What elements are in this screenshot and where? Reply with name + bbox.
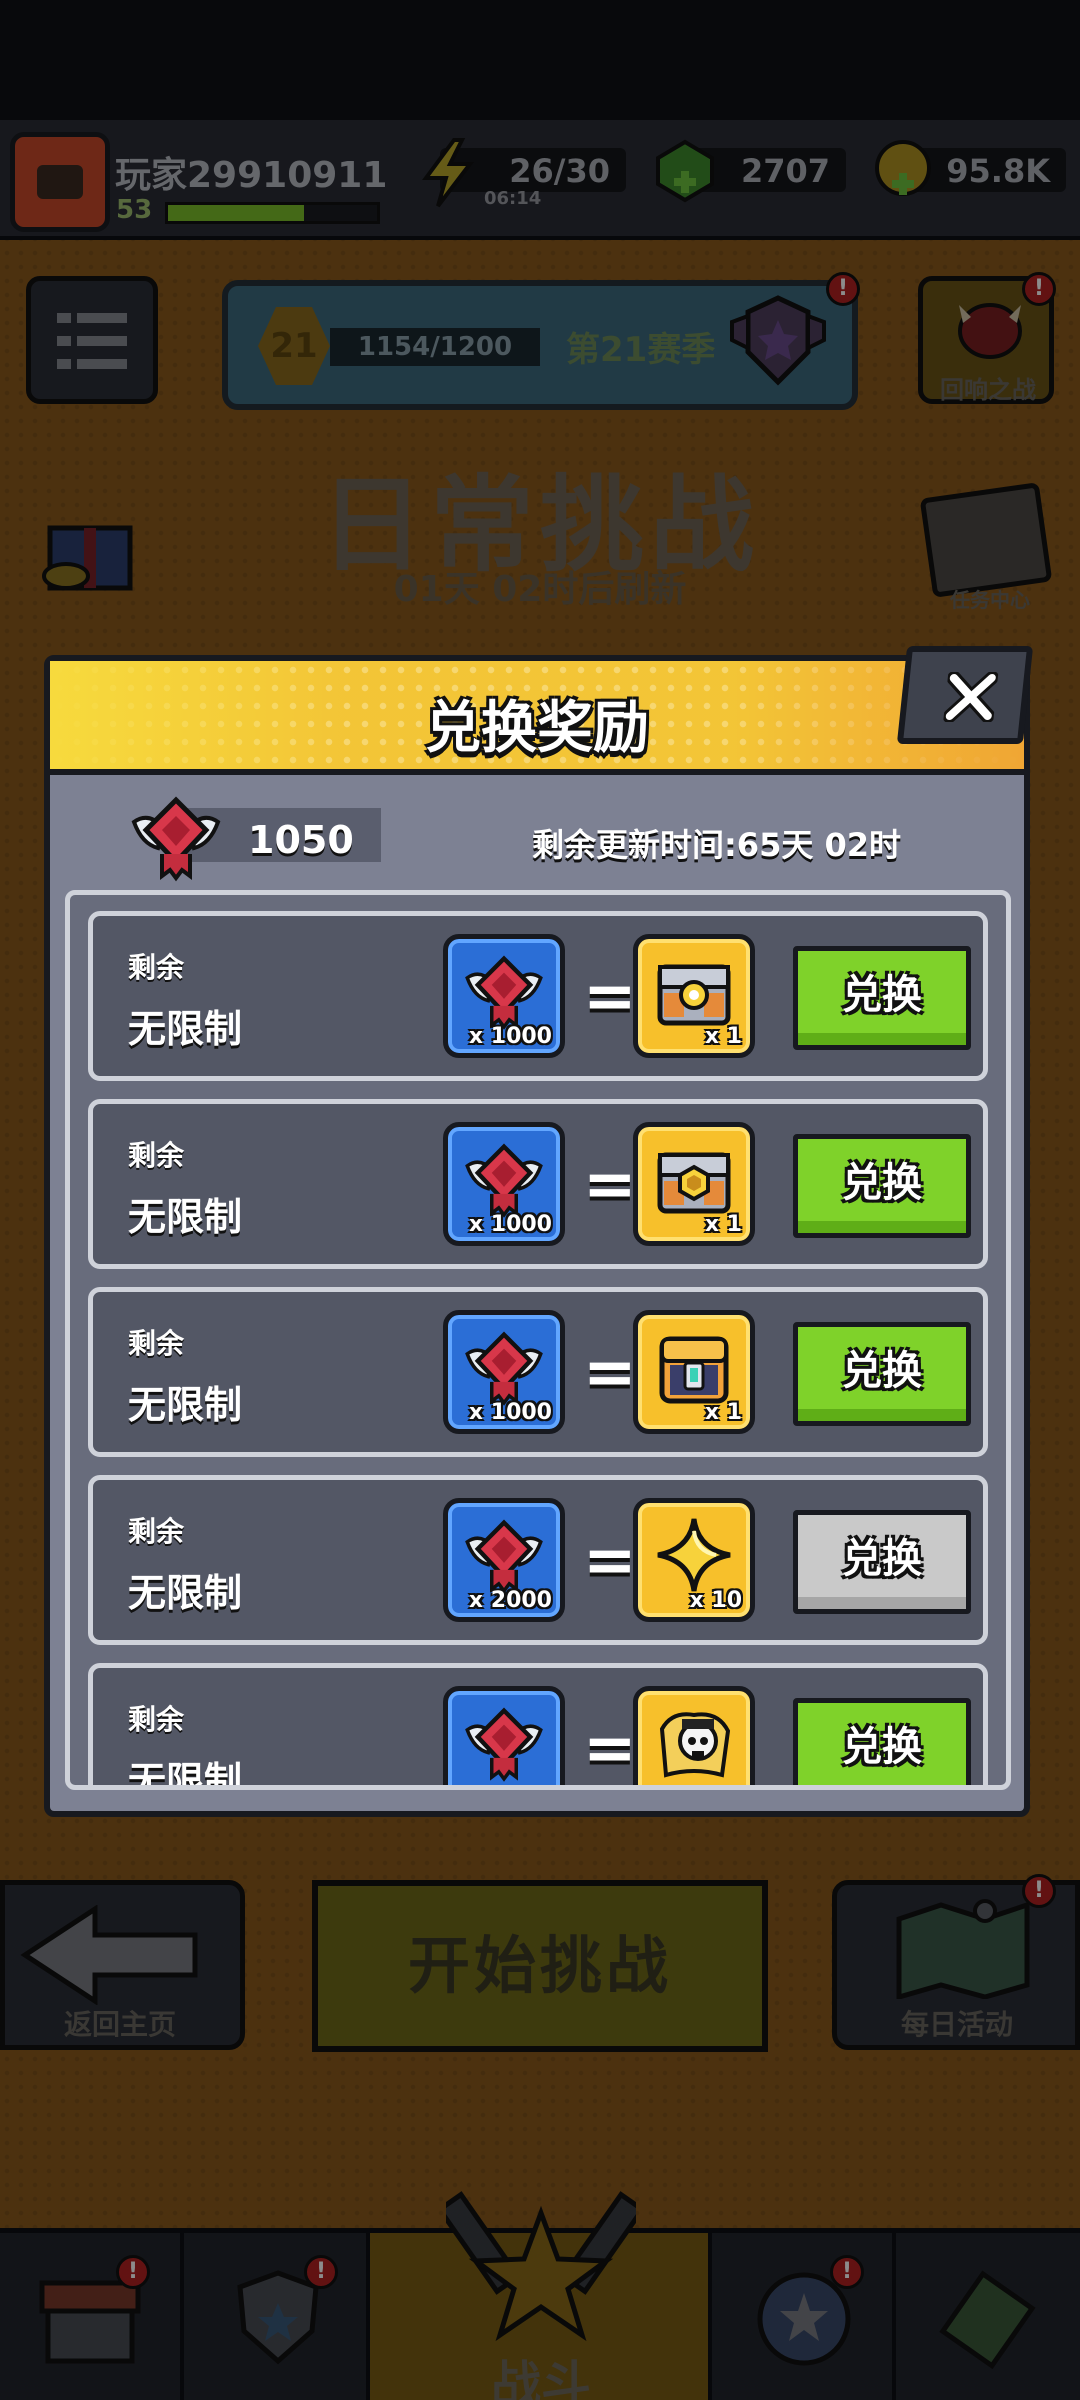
xp-progress-fill [168, 205, 304, 221]
reward-tile[interactable]: x 10 [633, 1498, 755, 1622]
cost-tile: x 1000 [443, 1310, 565, 1434]
remain-label: 剩余 [128, 1327, 185, 1360]
limit-label: 无限制 [128, 1007, 243, 1051]
close-icon [943, 672, 999, 722]
reward-count: x 10 [689, 1588, 742, 1613]
echo-battle-label: 回响之战 [940, 376, 1036, 404]
energy-bolt-icon [422, 138, 475, 208]
limit-label: 无限制 [128, 1571, 243, 1615]
cost-tile: x 2000 [443, 1498, 565, 1622]
cost-amount: x 1000 [468, 1024, 552, 1049]
refresh-timer: 剩余更新时间:65天 02时 [532, 826, 902, 864]
reward-count: x 1 [704, 1400, 742, 1425]
cost-tile: x 1000 [443, 1122, 565, 1246]
back-home-button[interactable]: 返回主页 [0, 1880, 245, 2050]
tab-evolution[interactable] [896, 2233, 1080, 2400]
remain-label: 剩余 [128, 1703, 185, 1736]
season-progress-text: 1154/1200 [357, 332, 513, 362]
winged-medal-icon [131, 796, 221, 882]
dialog-header: 兑换奖励 [50, 661, 1024, 775]
equals-sign: = [583, 960, 637, 1034]
talent-notification-badge: ! [830, 2255, 864, 2289]
exchange-row: 剩余 无限制 = 兑换 [88, 1663, 988, 1790]
player-name: 玩家29910911 [115, 155, 388, 196]
back-home-label: 返回主页 [63, 2008, 176, 2041]
reward-tile[interactable]: x 1 [633, 934, 755, 1058]
gift-box-icon[interactable] [36, 488, 156, 598]
demon-mask-icon [958, 303, 1022, 359]
limit-label: 无限制 [128, 1383, 243, 1427]
bottom-tab-bar: ! ! 战斗 ! [0, 2191, 1080, 2400]
exchange-button[interactable]: 兑换 [793, 946, 971, 1050]
equals-sign: = [583, 1148, 637, 1222]
limit-label: 无限制 [128, 1195, 243, 1239]
cost-tile: x 1000 [443, 934, 565, 1058]
task-center-label: 任务中心 [950, 588, 1030, 612]
cost-amount: x 1000 [468, 1212, 552, 1237]
season-shield-icon [730, 295, 826, 386]
xp-progress-bar [165, 202, 380, 224]
dna-scroll-icon [939, 2270, 1036, 2370]
energy-timer: 06:14 [484, 188, 542, 209]
exchange-button[interactable]: 兑换 [793, 1510, 971, 1614]
crossed-swords-star-icon [446, 2191, 636, 2342]
cost-amount: x 2000 [468, 1588, 552, 1613]
exchange-button[interactable]: 兑换 [793, 1322, 971, 1426]
reward-tile[interactable]: x 1 [633, 1122, 755, 1246]
dialog-title: 兑换奖励 [425, 696, 649, 761]
shop-notification-badge: ! [116, 2255, 150, 2289]
cost-amount: x 1000 [468, 1400, 552, 1425]
remain-label: 剩余 [128, 951, 185, 984]
remain-label: 剩余 [128, 1139, 185, 1172]
season-name: 第21赛季 [566, 330, 716, 370]
season-notification-badge: ! [826, 272, 860, 306]
reward-count: x 1 [704, 1212, 742, 1237]
map-icon [896, 1899, 1030, 1999]
tab-battle[interactable]: 战斗 [370, 2191, 712, 2400]
exchange-button[interactable]: 兑换 [793, 1134, 971, 1238]
tab-talent[interactable]: ! [712, 2233, 896, 2400]
daily-activity-label: 每日活动 [900, 2008, 1013, 2041]
close-button[interactable] [896, 646, 1034, 744]
reward-count: x 1 [704, 1024, 742, 1049]
echo-notification-badge: ! [1022, 272, 1056, 306]
coin-plus-icon[interactable] [870, 138, 936, 204]
exchange-row: 剩余 无限制 x 2000 = x 10 兑换 [88, 1475, 988, 1645]
exchange-button[interactable]: 兑换 [793, 1698, 971, 1785]
back-arrow-icon [20, 1905, 198, 2005]
energy-value: 26/30 [509, 152, 610, 190]
battle-tab-label: 战斗 [491, 2356, 591, 2400]
menu-button[interactable] [26, 276, 158, 404]
exchange-row: 剩余 无限制 x 1000 = x 1 兑换 [88, 1099, 988, 1269]
currency-amount: 1050 [248, 818, 354, 862]
start-challenge-button[interactable]: 开始挑战 [312, 1880, 768, 2052]
tab-equipment[interactable]: ! [184, 2233, 370, 2400]
refresh-countdown: 01天 02时后刷新 [393, 569, 687, 610]
exchange-row: 剩余 无限制 x 1000 = x 1 兑换 [88, 911, 988, 1081]
remain-label: 剩余 [128, 1515, 185, 1548]
gem-plus-icon[interactable] [652, 138, 718, 204]
tab-shop[interactable]: ! [0, 2233, 184, 2400]
coin-value: 95.8K [946, 152, 1050, 190]
menu-list-icon [57, 313, 127, 369]
season-progress-bar: 1154/1200 [330, 328, 540, 366]
daily-notification-badge: ! [1022, 1874, 1056, 1908]
equipment-notification-badge: ! [304, 2255, 338, 2289]
player-avatar[interactable] [10, 132, 110, 232]
player-level: 53 [116, 195, 153, 225]
equals-sign: = [583, 1712, 637, 1786]
reward-tile[interactable] [633, 1686, 755, 1785]
exchange-row: 剩余 无限制 x 1000 = x 1 兑换 [88, 1287, 988, 1457]
cost-tile [443, 1686, 565, 1785]
task-center-button[interactable] [919, 482, 1053, 598]
equals-sign: = [583, 1336, 637, 1410]
equals-sign: = [583, 1524, 637, 1598]
gem-value: 2707 [740, 152, 830, 190]
exchange-list[interactable]: 剩余 无限制 x 1000 = x 1 兑换 剩余 无限制 x 1000 = x… [65, 890, 1011, 1790]
reward-tile[interactable]: x 1 [633, 1310, 755, 1434]
limit-label: 无限制 [128, 1759, 243, 1790]
